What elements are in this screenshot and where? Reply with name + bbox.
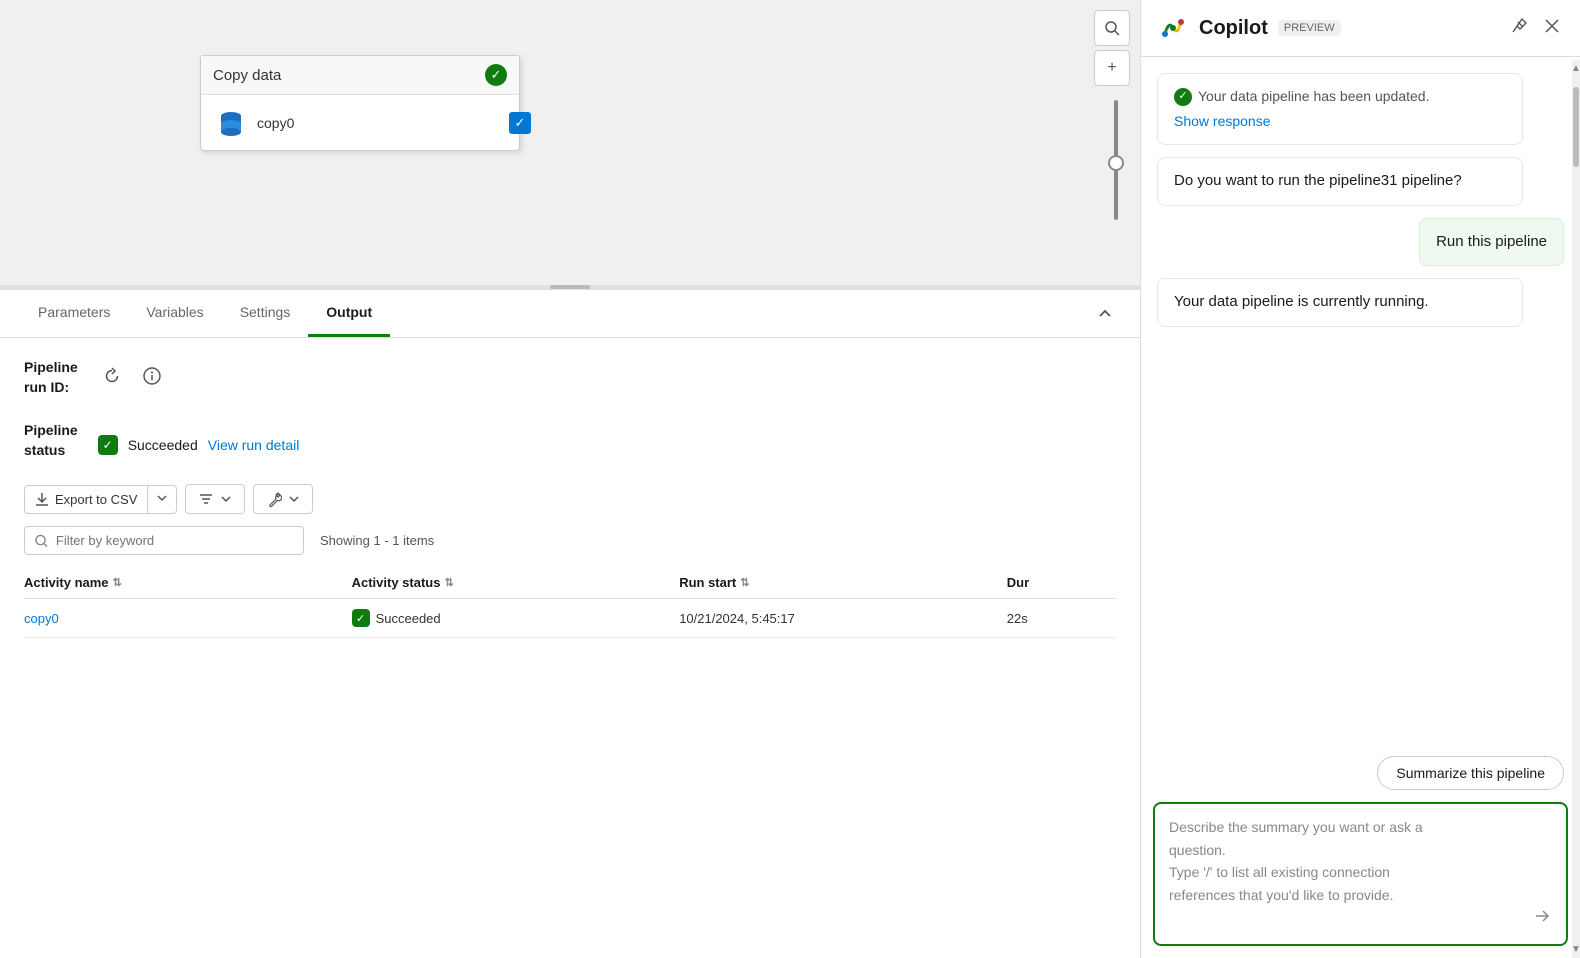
export-csv-button[interactable]: Export to CSV xyxy=(24,485,177,514)
filter-input[interactable] xyxy=(56,533,293,548)
bottom-panel: Parameters Variables Settings Output Pip… xyxy=(0,289,1140,958)
th-activity-status: Activity status ⇅ xyxy=(352,575,680,590)
preview-badge: PREVIEW xyxy=(1278,20,1341,36)
node-success-icon: ✓ xyxy=(485,64,507,86)
node-title: Copy data xyxy=(213,67,281,84)
input-send-row xyxy=(1169,906,1552,932)
left-panel: Copy data ✓ copy0 ✓ xyxy=(0,0,1140,958)
copilot-title: Copilot xyxy=(1199,17,1268,40)
td-activity-name[interactable]: copy0 xyxy=(24,611,352,626)
search-canvas-button[interactable] xyxy=(1094,10,1130,46)
copilot-header: Copilot PREVIEW xyxy=(1141,0,1580,57)
toolbar-row: Export to CSV xyxy=(24,484,1116,514)
show-response-link[interactable]: Show response xyxy=(1174,111,1506,132)
message-run-question: Do you want to run the pipeline31 pipeli… xyxy=(1157,157,1523,206)
tab-output[interactable]: Output xyxy=(308,290,390,337)
status-row: ✓ Succeeded View run detail xyxy=(98,435,300,455)
refresh-button[interactable] xyxy=(98,362,126,390)
node-body: copy0 ✓ xyxy=(201,95,519,150)
pipeline-status-section: Pipeline status ✓ Succeeded View run det… xyxy=(24,421,1116,460)
message-pipeline-updated: ✓ Your data pipeline has been updated. S… xyxy=(1157,73,1523,145)
tab-variables[interactable]: Variables xyxy=(128,290,221,337)
wrench-button[interactable] xyxy=(253,484,313,514)
info-button[interactable] xyxy=(138,362,166,390)
filter-search-icon xyxy=(35,534,48,548)
close-button[interactable] xyxy=(1540,14,1564,43)
database-icon xyxy=(215,107,247,139)
pipeline-run-id-section: Pipeline run ID: xyxy=(24,358,1116,397)
tabs-bar: Parameters Variables Settings Output xyxy=(0,290,1140,338)
pipeline-status-label: Pipeline xyxy=(24,421,78,441)
pipeline-run-id-label2: run ID: xyxy=(24,378,78,398)
node-header: Copy data ✓ xyxy=(201,56,519,95)
td-activity-status: ✓ Succeeded xyxy=(352,609,680,627)
zoom-track xyxy=(1114,100,1118,220)
copilot-suggestions: Summarize this pipeline xyxy=(1141,748,1580,802)
update-status-row: ✓ Your data pipeline has been updated. xyxy=(1174,86,1506,107)
copilot-scrollbar: ▲ ▼ xyxy=(1572,60,1580,958)
update-check-icon: ✓ xyxy=(1174,88,1192,106)
td-run-start: 10/21/2024, 5:45:17 xyxy=(679,611,1007,626)
output-content: Pipeline run ID: xyxy=(0,338,1140,958)
th-activity-name: Activity name ⇅ xyxy=(24,575,352,590)
blue-check-icon: ✓ xyxy=(509,112,531,134)
filter-row: Showing 1 - 1 items xyxy=(24,526,1116,555)
tabs-list: Parameters Variables Settings Output xyxy=(20,290,390,337)
sort-icon-status[interactable]: ⇅ xyxy=(444,576,453,589)
scroll-up-arrow[interactable]: ▲ xyxy=(1571,60,1580,77)
copilot-input-area[interactable]: Describe the summary you want or ask a q… xyxy=(1153,802,1568,946)
showing-count: Showing 1 - 1 items xyxy=(320,533,434,548)
tab-settings[interactable]: Settings xyxy=(222,290,309,337)
send-button[interactable] xyxy=(1532,906,1552,932)
td-duration: 22s xyxy=(1007,611,1116,626)
node-activity-label: copy0 xyxy=(257,115,294,131)
status-value: Succeeded xyxy=(128,437,198,453)
filter-columns-button[interactable] xyxy=(185,484,245,514)
copilot-logo xyxy=(1157,12,1189,44)
table-row: copy0 ✓ Succeeded 10/21/2024, 5:45:17 22… xyxy=(24,599,1116,638)
pipeline-status-label2: status xyxy=(24,441,78,461)
collapse-button[interactable] xyxy=(1090,299,1120,329)
sort-icon-activity[interactable]: ⇅ xyxy=(113,576,122,589)
run-id-row xyxy=(98,362,166,390)
right-panel: Copilot PREVIEW ✓ Your xyxy=(1140,0,1580,958)
view-run-detail-link[interactable]: View run detail xyxy=(208,437,300,453)
canvas-area: Copy data ✓ copy0 ✓ xyxy=(0,0,1140,285)
copy-data-node: Copy data ✓ copy0 ✓ xyxy=(200,55,520,151)
message-run-this-pipeline: Run this pipeline xyxy=(1419,218,1564,267)
copilot-messages: ✓ Your data pipeline has been updated. S… xyxy=(1141,57,1580,748)
pin-button[interactable] xyxy=(1506,13,1532,44)
table-header: Activity name ⇅ Activity status ⇅ Run st… xyxy=(24,567,1116,599)
status-success-icon: ✓ xyxy=(98,435,118,455)
sort-icon-run-start[interactable]: ⇅ xyxy=(740,576,749,589)
canvas-controls: + xyxy=(1094,10,1130,86)
add-canvas-button[interactable]: + xyxy=(1094,50,1130,86)
message-pipeline-running: Your data pipeline is currently running. xyxy=(1157,278,1523,327)
input-placeholder: Describe the summary you want or ask a q… xyxy=(1169,816,1552,906)
zoom-thumb xyxy=(1108,155,1124,171)
pipeline-run-id-label: Pipeline xyxy=(24,358,78,378)
scroll-down-arrow[interactable]: ▼ xyxy=(1571,941,1580,958)
th-run-start: Run start ⇅ xyxy=(679,575,1007,590)
tab-parameters[interactable]: Parameters xyxy=(20,290,128,337)
summarize-suggestion-chip[interactable]: Summarize this pipeline xyxy=(1377,756,1564,790)
th-duration: Dur xyxy=(1007,575,1116,590)
copilot-header-actions xyxy=(1506,13,1564,44)
filter-input-wrap xyxy=(24,526,304,555)
zoom-slider[interactable] xyxy=(1114,100,1118,220)
export-csv-label: Export to CSV xyxy=(55,492,137,507)
scroll-thumb[interactable] xyxy=(1573,87,1579,167)
row-status-icon: ✓ xyxy=(352,609,370,627)
